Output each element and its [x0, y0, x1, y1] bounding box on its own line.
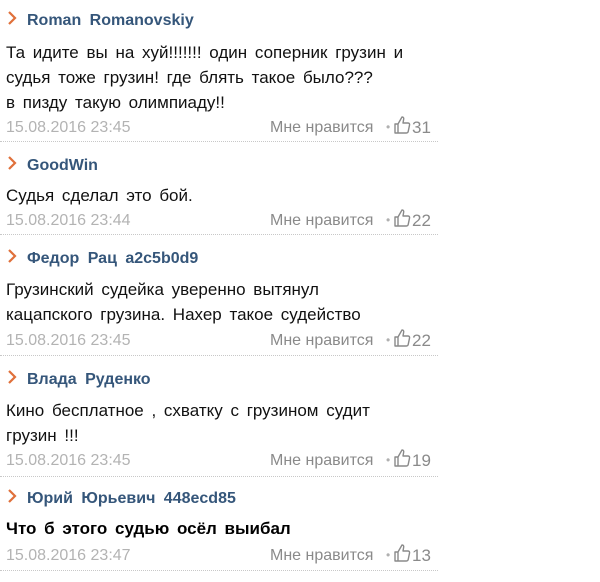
comment-meta: 15.08.2016 23:44 Мне нравится • 22 — [0, 208, 600, 232]
comment-header: GoodWin — [8, 154, 98, 178]
like-count: 13 — [412, 546, 431, 565]
chevron-right-icon — [8, 370, 17, 384]
comment-meta: 15.08.2016 23:47 Мне нравится • 13 — [0, 543, 600, 567]
comment-date: 15.08.2016 23:45 — [6, 452, 131, 469]
like-count: 22 — [412, 211, 431, 230]
chevron-right-icon — [8, 156, 17, 170]
like-button[interactable]: Мне нравится — [270, 117, 373, 139]
divider — [0, 570, 438, 571]
comment-date: 15.08.2016 23:45 — [6, 119, 131, 136]
thumbs-up-icon[interactable] — [393, 543, 411, 563]
comment-header: Roman Romanovskiy — [8, 9, 194, 33]
separator-dot: • — [386, 120, 391, 134]
comment-text: Что б этого судью осёл выибал — [6, 519, 291, 538]
chevron-right-icon — [8, 489, 17, 503]
like-button[interactable]: Мне нравится — [270, 210, 373, 232]
comment-date: 15.08.2016 23:47 — [6, 547, 131, 564]
separator-dot: • — [386, 548, 391, 562]
comment-date: 15.08.2016 23:44 — [6, 212, 131, 229]
divider — [0, 476, 438, 477]
separator-dot: • — [386, 333, 391, 347]
comment-author[interactable]: Влада Руденко — [27, 371, 151, 389]
thumbs-up-icon[interactable] — [393, 115, 411, 135]
chevron-right-icon — [8, 11, 17, 25]
comment-meta: 15.08.2016 23:45 Мне нравится • 22 — [0, 328, 600, 352]
comment-meta: 15.08.2016 23:45 Мне нравится • 31 — [0, 115, 600, 139]
like-count: 19 — [412, 451, 431, 470]
comment-author[interactable]: Roman Romanovskiy — [27, 12, 194, 30]
comment-date: 15.08.2016 23:45 — [6, 332, 131, 349]
comment-text: Кино бесплатное , схватку с грузином суд… — [6, 401, 370, 445]
comment-author[interactable]: Юрий Юрьевич 448ecd85 — [27, 490, 236, 508]
comment-header: Федор Рац a2c5b0d9 — [8, 247, 198, 271]
chevron-right-icon — [8, 249, 17, 263]
comment-meta: 15.08.2016 23:45 Мне нравится • 19 — [0, 448, 600, 472]
comment-header: Юрий Юрьевич 448ecd85 — [8, 487, 236, 511]
comment-text: Судья сделал это бой. — [6, 186, 193, 205]
divider — [0, 234, 438, 235]
comment-author[interactable]: GoodWin — [27, 157, 98, 175]
like-button[interactable]: Мне нравится — [270, 450, 373, 472]
separator-dot: • — [386, 213, 391, 227]
divider — [0, 355, 438, 356]
comment-text: Та идите вы на хуй!!!!!!! один соперник … — [6, 43, 404, 112]
thumbs-up-icon[interactable] — [393, 328, 411, 348]
like-count: 22 — [412, 331, 431, 350]
comment-header: Влада Руденко — [8, 368, 151, 392]
thumbs-up-icon[interactable] — [393, 208, 411, 228]
comment-text: Грузинский судейка уверенно вытянул каца… — [6, 280, 361, 324]
thumbs-up-icon[interactable] — [393, 448, 411, 468]
comment-author[interactable]: Федор Рац a2c5b0d9 — [27, 250, 198, 268]
like-button[interactable]: Мне нравится — [270, 330, 373, 352]
like-count: 31 — [412, 118, 431, 137]
divider — [0, 141, 438, 142]
separator-dot: • — [386, 453, 391, 467]
like-button[interactable]: Мне нравится — [270, 545, 373, 567]
